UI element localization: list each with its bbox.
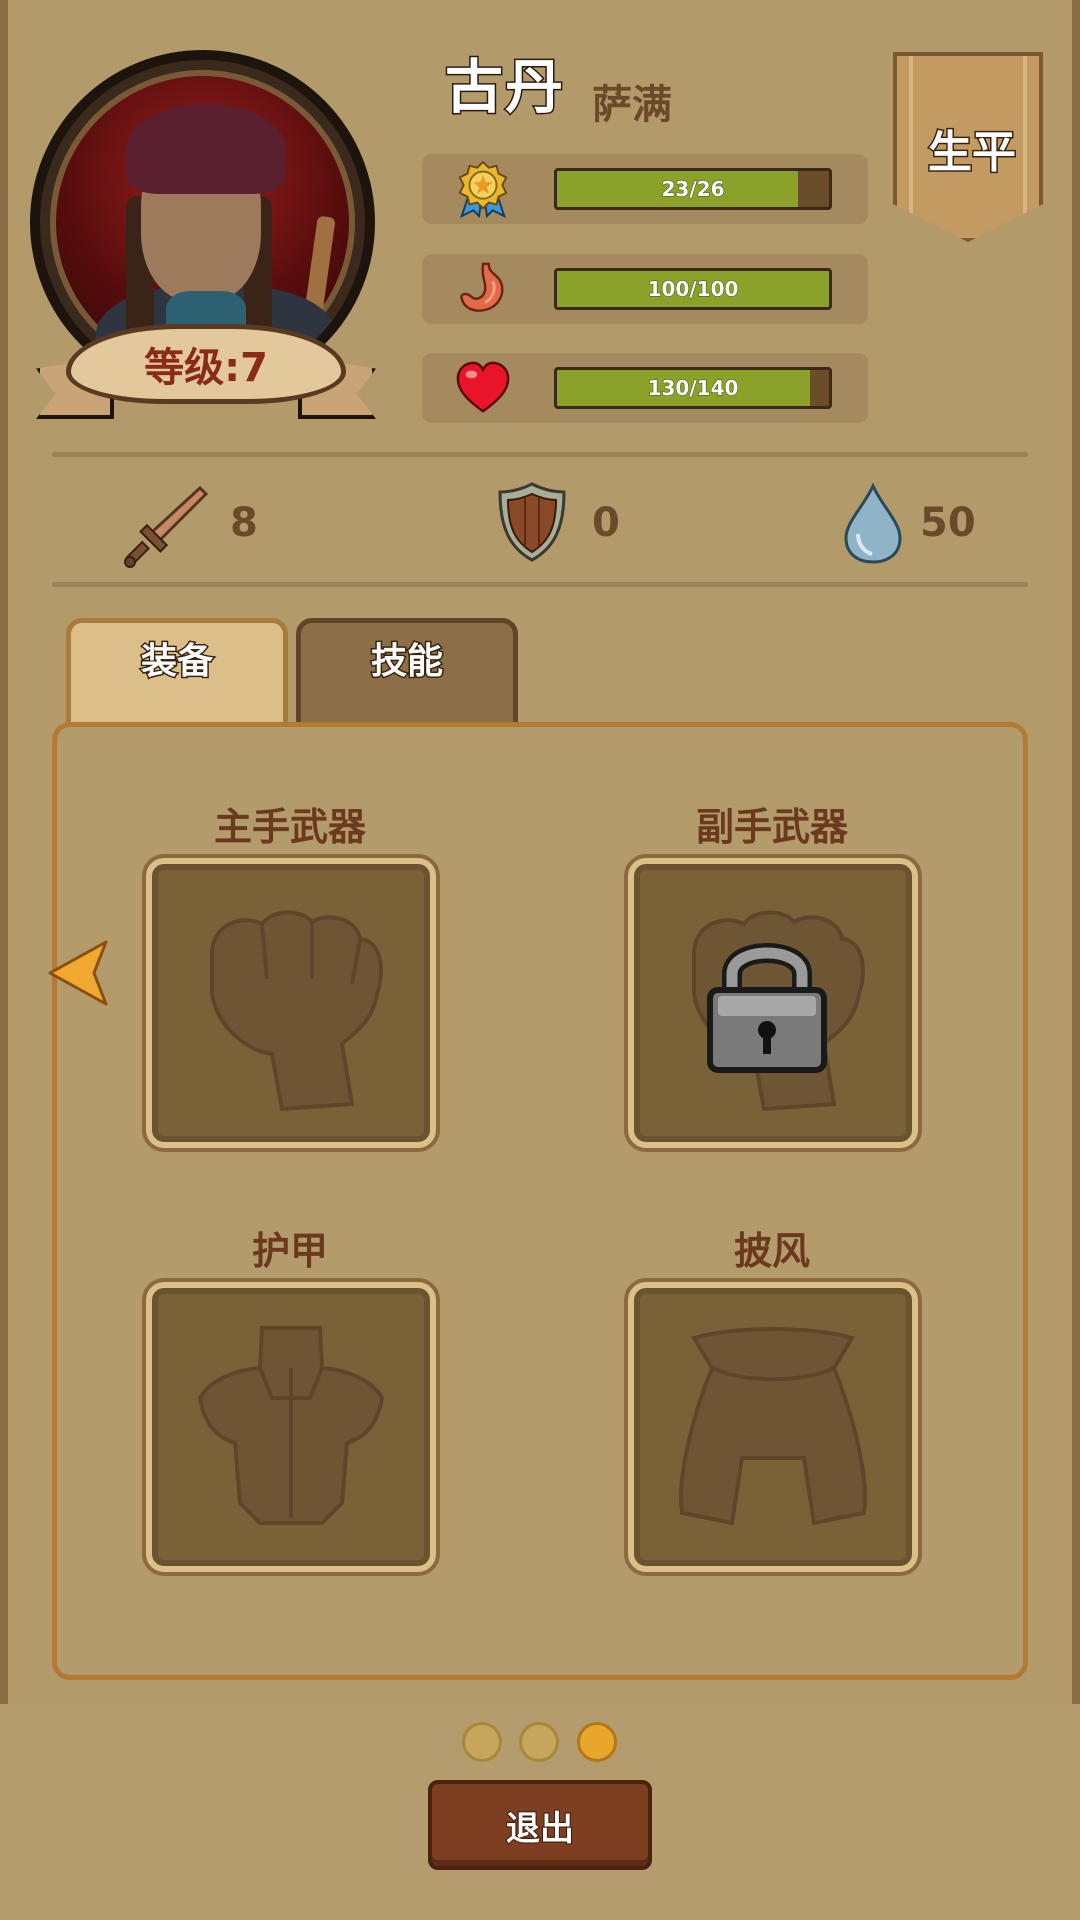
hunger-bar: 100/100 <box>554 268 832 310</box>
health-bar: 130/140 <box>554 367 832 409</box>
stat-row-hunger: 100/100 <box>422 254 868 324</box>
cloak-icon <box>679 1327 867 1526</box>
page-dot-1[interactable] <box>462 1722 502 1762</box>
mana-stat: 50 <box>842 478 1002 568</box>
attack-value: 8 <box>230 500 258 546</box>
breastplate-icon <box>197 1326 385 1525</box>
divider-top <box>52 452 1028 457</box>
bandana-art <box>126 104 286 194</box>
cloak-slot[interactable] <box>624 1278 922 1576</box>
sword-icon <box>124 485 209 568</box>
fist-icon <box>210 910 383 1112</box>
armor-slot[interactable] <box>142 1278 440 1576</box>
off-hand-slot[interactable] <box>624 854 922 1152</box>
divider-bottom <box>52 582 1028 587</box>
previous-arrow-icon[interactable] <box>46 938 110 1008</box>
experience-bar: 23/26 <box>554 168 832 210</box>
water-drop-icon <box>844 482 902 564</box>
stat-row-health: 130/140 <box>422 353 868 423</box>
main-hand-slot[interactable] <box>142 854 440 1152</box>
bio-label: 生平 <box>927 126 1018 180</box>
shield-icon <box>498 482 566 562</box>
exit-button[interactable]: 退出 <box>428 1780 652 1870</box>
experience-value: 23/26 <box>661 177 725 202</box>
defense-stat: 0 <box>496 478 656 568</box>
tab-skills-label: 技能 <box>369 640 444 684</box>
tab-equipment-label: 装备 <box>139 640 214 684</box>
tab-skills[interactable]: 技能 <box>296 618 518 728</box>
hunger-value: 100/100 <box>647 277 739 302</box>
bio-button[interactable]: 生平 <box>893 52 1043 242</box>
health-value: 130/140 <box>647 376 739 401</box>
page-dot-3[interactable] <box>577 1722 617 1762</box>
medal-icon <box>458 160 508 218</box>
stat-row-experience: 23/26 <box>422 154 868 224</box>
hero-name: 古丹 <box>443 52 566 123</box>
off-hand-label: 副手武器 <box>695 805 848 849</box>
attack-stat: 8 <box>120 478 320 568</box>
page-dot-2[interactable] <box>519 1722 559 1762</box>
lock-icon <box>707 943 827 1073</box>
mana-value: 50 <box>920 500 976 546</box>
exit-label: 退出 <box>505 1808 575 1850</box>
heart-icon <box>456 361 510 413</box>
stomach-icon <box>460 262 504 312</box>
main-hand-label: 主手武器 <box>213 805 366 849</box>
ribbon-banner: 等级:7 <box>66 324 346 404</box>
hero-class: 萨满 <box>592 82 672 128</box>
tab-equipment[interactable]: 装备 <box>66 618 288 728</box>
hero-level: 等级:7 <box>144 345 268 391</box>
cloak-label: 披风 <box>733 1229 810 1273</box>
level-ribbon: 等级:7 <box>36 316 376 426</box>
defense-value: 0 <box>592 500 620 546</box>
armor-label: 护甲 <box>251 1229 328 1273</box>
